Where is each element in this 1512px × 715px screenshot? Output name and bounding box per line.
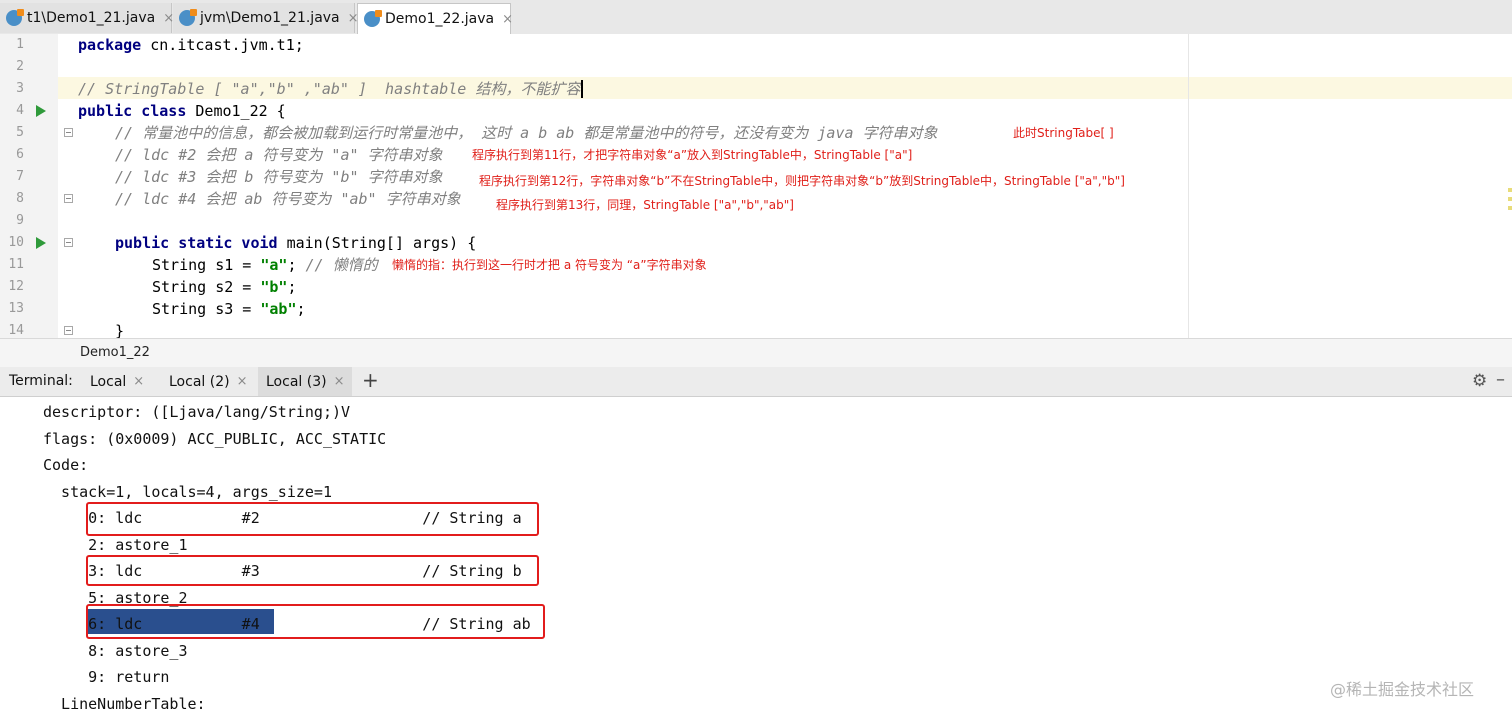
code-text: ;	[296, 300, 306, 318]
scroll-marker	[1508, 188, 1512, 192]
close-icon[interactable]: ×	[133, 374, 144, 389]
terminal-line: stack=1, locals=4, args_size=1	[43, 483, 332, 501]
tab-jvm-demo1-21[interactable]: jvm\Demo1_21.java ×	[173, 3, 359, 33]
java-class-icon	[6, 9, 24, 26]
terminal-line: 2: astore_1	[43, 536, 188, 554]
line-number: 7	[16, 169, 24, 184]
scroll-marker	[1508, 197, 1512, 201]
code-editor[interactable]: 1 package cn.itcast.jvm.t1; 2 3 // Strin…	[0, 34, 1512, 338]
terminal-tab-local[interactable]: Local ×	[82, 367, 152, 396]
code-line: 11 String s1 = "a"; // 懒惰的 懒惰的指：执行到这一行时才…	[0, 254, 1512, 276]
gear-icon[interactable]: ⚙	[1472, 371, 1487, 391]
code-line: 8 // ldc #4 会把 ab 符号变为 "ab" 字符串对象 程序执行到第…	[0, 188, 1512, 212]
terminal-output[interactable]: descriptor: ([Ljava/lang/String;)V flags…	[0, 397, 1512, 715]
terminal-tab-label: Local (3)	[266, 373, 327, 390]
code-line: 14 }	[0, 320, 1512, 338]
editor-tab-bar: t1\Demo1_21.java × jvm\Demo1_21.java × D…	[0, 0, 1512, 35]
breadcrumb: Demo1_22	[0, 338, 1512, 368]
code-line: 6 // ldc #2 会把 a 符号变为 "a" 字符串对象 程序执行到第11…	[0, 144, 1512, 166]
terminal-tab-local-2[interactable]: Local (2) ×	[161, 367, 255, 396]
keyword: public static void	[115, 234, 278, 252]
line-number: 13	[8, 301, 24, 316]
terminal-line: Code:	[43, 456, 89, 474]
new-terminal-plus-icon[interactable]: +	[362, 368, 379, 392]
code-text: main(String[] args) {	[277, 234, 477, 252]
line-number: 2	[16, 59, 24, 74]
tab-t1-demo1-21[interactable]: t1\Demo1_21.java ×	[0, 3, 174, 33]
string-literal: "b"	[260, 278, 288, 296]
tab-label: Demo1_22.java	[385, 11, 495, 27]
code-line: 5 // 常量池中的信息，都会被加载到运行时常量池中， 这时 a b ab 都是…	[0, 122, 1512, 144]
annotation: 此时StringTabe[ ]	[1013, 126, 1114, 140]
code-line: 10 public static void main(String[] args…	[0, 232, 1512, 254]
line-number: 12	[8, 279, 24, 294]
annotation: 程序执行到第11行，才把字符串对象“a”放入到StringTable中，Stri…	[472, 148, 913, 162]
highlight-box	[86, 502, 539, 536]
line-number: 4	[16, 103, 24, 118]
code-text: String s1 =	[152, 256, 261, 274]
close-icon[interactable]: ×	[502, 12, 513, 27]
code-comment: // ldc #2 会把 a 符号变为 "a" 字符串对象	[115, 146, 443, 164]
breadcrumb-class[interactable]: Demo1_22	[80, 345, 150, 360]
terminal-line: descriptor: ([Ljava/lang/String;)V	[43, 403, 351, 421]
keyword: public class	[78, 102, 187, 120]
tab-demo1-22[interactable]: Demo1_22.java ×	[357, 3, 513, 34]
code-text: ;	[287, 278, 297, 296]
line-number: 8	[16, 191, 24, 206]
code-text: String s3 =	[152, 300, 261, 318]
code-line: 3 // StringTable [ "a","b" ,"ab" ] hasht…	[0, 78, 1512, 100]
terminal-tab-label: Local	[90, 373, 127, 390]
code-text: cn.itcast.jvm.t1;	[141, 36, 304, 54]
terminal-label: Terminal:	[9, 373, 73, 389]
code-line: 2	[0, 56, 1512, 78]
string-literal: "a"	[260, 256, 288, 274]
line-number: 1	[16, 37, 24, 52]
line-number: 11	[8, 257, 24, 272]
terminal-header: Terminal: Local × Local (2) × Local (3) …	[0, 367, 1512, 397]
highlight-box	[86, 604, 545, 639]
java-class-icon	[179, 9, 197, 26]
code-line: 7 // ldc #3 会把 b 符号变为 "b" 字符串对象 程序执行到第12…	[0, 166, 1512, 188]
line-number: 14	[8, 323, 24, 338]
tab-label: t1\Demo1_21.java	[27, 10, 156, 26]
terminal-line: flags: (0x0009) ACC_PUBLIC, ACC_STATIC	[43, 430, 387, 448]
terminal-line: 9: return	[43, 668, 170, 686]
code-comment: // ldc #4 会把 ab 符号变为 "ab" 字符串对象	[115, 190, 461, 208]
line-number: 6	[16, 147, 24, 162]
highlight-box	[86, 555, 539, 586]
code-line: 9	[0, 210, 1512, 232]
code-line: 1 package cn.itcast.jvm.t1;	[0, 34, 1512, 56]
scroll-marker	[1508, 206, 1512, 210]
code-comment: // StringTable [ "a","b" ,"ab" ] hashtab…	[78, 80, 581, 98]
code-comment: // 常量池中的信息，都会被加载到运行时常量池中， 这时 a b ab 都是常量…	[115, 124, 938, 142]
text-cursor	[581, 80, 584, 98]
line-number: 10	[8, 235, 24, 250]
string-literal: "ab"	[260, 300, 297, 318]
code-text: ;	[287, 256, 306, 274]
code-line: 12 String s2 = "b";	[0, 276, 1512, 298]
terminal-tab-local-3[interactable]: Local (3) ×	[258, 367, 353, 396]
code-text: String s2 =	[152, 278, 261, 296]
line-number: 3	[16, 81, 24, 96]
close-icon[interactable]: ×	[334, 374, 345, 389]
minimize-icon[interactable]: –	[1496, 369, 1505, 390]
tab-label: jvm\Demo1_21.java	[200, 10, 340, 26]
terminal-tab-label: Local (2)	[169, 373, 230, 390]
code-comment: // 懒惰的	[305, 256, 378, 274]
code-line: 4 public class Demo1_22 {	[0, 100, 1512, 122]
close-icon[interactable]: ×	[237, 374, 248, 389]
terminal-line: 8: astore_3	[43, 642, 188, 660]
code-text: Demo1_22 {	[186, 102, 286, 120]
terminal-line: LineNumberTable:	[43, 695, 206, 713]
annotation: 懒惰的指：执行到这一行时才把 a 符号变为 “a”字符串对象	[392, 258, 707, 272]
watermark: @稀土掘金技术社区	[1330, 680, 1475, 699]
java-class-icon	[364, 10, 382, 27]
line-number: 9	[16, 213, 24, 228]
code-line: 13 String s3 = "ab";	[0, 298, 1512, 320]
code-comment: // ldc #3 会把 b 符号变为 "b" 字符串对象	[115, 168, 443, 186]
line-number: 5	[16, 125, 24, 140]
code-text: }	[115, 322, 125, 338]
keyword: package	[78, 36, 142, 54]
